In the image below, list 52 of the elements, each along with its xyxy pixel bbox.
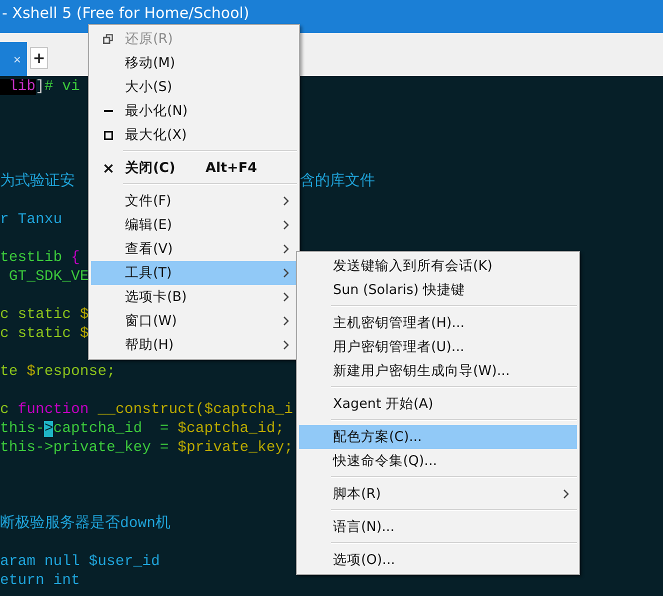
code-line: GT_SDK_VE bbox=[8, 268, 89, 287]
close-icon bbox=[104, 164, 112, 172]
menu-item[interactable]: 快速命令集(Q)... bbox=[299, 449, 577, 473]
chevron-icon bbox=[283, 268, 289, 278]
code-line: c static $ bbox=[0, 325, 89, 344]
code-line: testLib { bbox=[0, 249, 80, 268]
menu-item[interactable]: 用户密钥管理者(U)... bbox=[299, 335, 577, 359]
code-line: this->captcha_id = $captcha_id; bbox=[0, 420, 284, 439]
maximize-icon bbox=[104, 130, 112, 140]
chevron-icon bbox=[283, 244, 289, 254]
menu-item[interactable]: 窗口(W) bbox=[91, 309, 297, 333]
menu-item[interactable]: 移动(M) bbox=[91, 51, 297, 75]
code-line: 为式验证安 bbox=[0, 173, 75, 192]
menu-item[interactable]: 关闭(C) Alt+F4 bbox=[91, 156, 297, 180]
chevron-icon bbox=[283, 292, 289, 302]
menu-item[interactable]: 主机密钥管理者(H)... bbox=[299, 311, 577, 335]
chevron-icon bbox=[283, 340, 289, 350]
code-line: c static $ bbox=[0, 306, 89, 325]
code-line: eturn int bbox=[0, 572, 80, 591]
menu-item[interactable]: 新建用户密钥生成向导(W)... bbox=[299, 359, 577, 383]
menu-item[interactable]: 脚本(R) bbox=[299, 482, 577, 506]
code-line: te $response; bbox=[0, 363, 116, 382]
chevron-icon bbox=[283, 316, 289, 326]
menu-item[interactable]: 最小化(N) bbox=[91, 99, 297, 123]
menu-item[interactable]: 查看(V) bbox=[91, 237, 297, 261]
menu-item[interactable]: 文件(F) bbox=[91, 189, 297, 213]
minimize-icon bbox=[104, 110, 112, 112]
code-line: r Tanxu bbox=[0, 211, 62, 230]
chevron-icon bbox=[283, 220, 289, 230]
menu-item[interactable]: Xagent 开始(A) bbox=[299, 392, 577, 416]
code-line: c function __construct($captcha_i bbox=[0, 401, 294, 420]
menu-item[interactable]: Sun (Solaris) 快捷键 bbox=[299, 278, 577, 302]
menu-item[interactable]: 最大化(X) bbox=[91, 123, 297, 147]
new-tab-button[interactable]: + bbox=[30, 46, 48, 68]
menu-item[interactable]: 选项卡(B) bbox=[91, 285, 297, 309]
code-line: 含的库文件 bbox=[300, 173, 375, 192]
code-line: aram null $user_id bbox=[0, 553, 160, 572]
menu-item[interactable]: 选项(O)... bbox=[299, 548, 577, 572]
chevron-icon bbox=[563, 489, 569, 499]
menu-item[interactable]: 配色方案(C)... bbox=[299, 425, 577, 449]
chevron-icon bbox=[283, 196, 289, 206]
menu-item[interactable]: 工具(T) bbox=[91, 261, 297, 285]
menu-item[interactable]: 大小(S) bbox=[91, 75, 297, 99]
code-line: this->private_key = $private_key; bbox=[0, 439, 294, 458]
menu-item[interactable]: 语言(N)... bbox=[299, 515, 577, 539]
code-line: 断极验服务器是否down机 bbox=[0, 515, 171, 534]
menu-item[interactable]: 发送键输入到所有会话(K) bbox=[299, 254, 577, 278]
menu-item[interactable]: 帮助(H) bbox=[91, 333, 297, 357]
code-line: lib]# vi bbox=[0, 78, 80, 97]
menu-item[interactable]: 编辑(E) bbox=[91, 213, 297, 237]
window-title: - Xshell 5 (Free for Home/School) bbox=[1, 3, 250, 24]
restore-icon bbox=[103, 34, 113, 44]
